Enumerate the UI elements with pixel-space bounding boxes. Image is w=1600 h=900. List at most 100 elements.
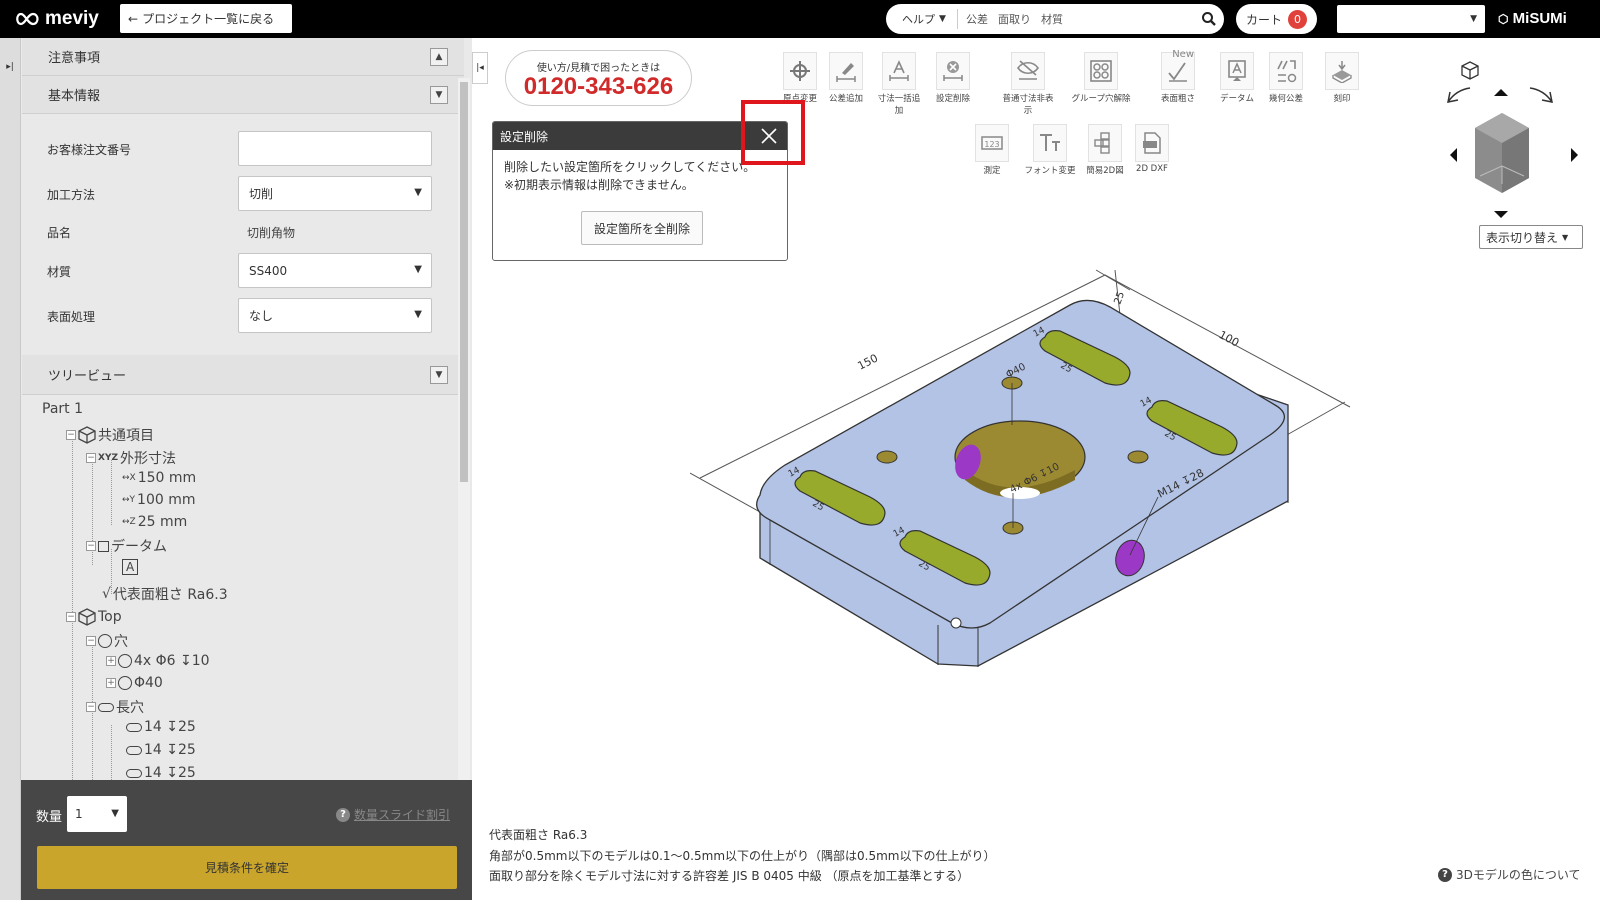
arrow-right-icon[interactable] [1571, 148, 1578, 162]
cart-button[interactable]: カート 0 [1236, 4, 1317, 34]
sidebar-toggle-icon[interactable]: ▸| [2, 54, 18, 80]
back-to-projects-button[interactable]: ← プロジェクト一覧に戻る [120, 4, 292, 33]
search-input[interactable]: 公差 面取り 材質 [958, 11, 1194, 27]
surface-treatment-select[interactable]: なし ▼ [238, 298, 432, 333]
tree-node-roughness[interactable]: √ 代表面粗さ Ra6.3 [102, 584, 228, 604]
dxf-icon [1143, 132, 1161, 154]
tool-bulk-dimension[interactable]: 寸法一括追加 [875, 52, 923, 116]
tree-node-hole[interactable]: − 穴 [86, 631, 128, 651]
tool-simple-2d[interactable]: 簡易2D図 [1081, 124, 1129, 176]
view-switch-dropdown[interactable]: 表示切り替え ▼ [1479, 225, 1583, 249]
arrow-left-icon: ← [128, 11, 139, 26]
view-cube-navigator[interactable] [1440, 58, 1590, 223]
cube-icon [78, 608, 96, 626]
slide-discount-label: 数量スライド割引 [354, 808, 451, 822]
arrow-down-icon[interactable] [1494, 211, 1508, 218]
search-button[interactable] [1194, 11, 1224, 27]
chevron-down-icon[interactable]: ▼ [430, 86, 448, 104]
misumi-logo[interactable]: ⬡ MiSUMi [1498, 10, 1567, 27]
tool-origin-change[interactable]: 原点変更 [776, 52, 824, 104]
tree-node-datum-a[interactable]: A [122, 559, 139, 575]
help-search-bar: ヘルプ ▼ 公差 面取り 材質 [886, 4, 1224, 34]
roughness-icon [1168, 62, 1187, 82]
chevron-down-icon: ▼ [1470, 14, 1477, 24]
rotate-left-icon[interactable] [1447, 87, 1471, 103]
meviy-logo[interactable]: meviy [14, 8, 99, 30]
tree-node-hole-2[interactable]: + Φ40 [106, 675, 163, 691]
cube-logo-icon: ⬡ [1498, 12, 1509, 26]
stamp-icon [1332, 61, 1352, 83]
arrow-left-icon[interactable] [1450, 148, 1457, 162]
tree-node-hole-1[interactable]: +4x Φ6 ↧10 [106, 653, 210, 669]
model-color-info-link[interactable]: ? 3Dモデルの色について [1438, 866, 1581, 883]
tree-node-slot-1[interactable]: 14 ↧25 [126, 719, 196, 735]
note-line: 角部が0.5mm以下のモデルは0.1～0.5mm以下の仕上がり（隅部は0.5mm… [489, 848, 996, 863]
small-hole[interactable] [1127, 450, 1149, 464]
geometric-tolerance-icon [1277, 60, 1297, 83]
rotate-right-icon[interactable] [1529, 87, 1553, 103]
tool-datum[interactable]: データム [1213, 52, 1261, 104]
confirm-quote-button[interactable]: 見積条件を確定 [37, 846, 457, 889]
infinity-logo-icon [16, 12, 39, 26]
chevron-down-icon: ▼ [1562, 232, 1569, 242]
dimension-label-25: 25 [1112, 290, 1127, 306]
circle-icon [118, 676, 132, 690]
user-menu-select[interactable]: ▼ [1337, 5, 1485, 33]
tree-node-slot-2[interactable]: 14 ↧25 [126, 742, 196, 758]
section-tree-view-header[interactable]: ツリービュー ▼ [22, 355, 464, 395]
section-basic-info-header[interactable]: 基本情報 ▼ [22, 76, 464, 114]
tool-change-font[interactable]: フォント変更 [1023, 124, 1077, 176]
tool-hide-general-dims[interactable]: 普通寸法非表示 [1000, 52, 1056, 116]
cube-outline-icon[interactable] [1461, 61, 1479, 80]
top-bar: meviy ← プロジェクト一覧に戻る ヘルプ ▼ 公差 面取り 材質 カート … [0, 0, 1600, 38]
tree-node-slot-3[interactable]: 14 ↧25 [126, 765, 196, 780]
tree-node-outer-dims[interactable]: − XYZ 外形寸法 [86, 448, 176, 468]
tree-node-dim-y[interactable]: ↔Y 100 mm [122, 492, 196, 508]
section-notes-header[interactable]: 注意事項 ▲ [22, 38, 464, 76]
quantity-select[interactable]: 1 ▼ [67, 796, 127, 832]
quantity-slide-discount-link[interactable]: ? 数量スライド割引 [336, 806, 450, 823]
roughness-icon: √ [102, 586, 111, 602]
order-number-input[interactable] [238, 131, 432, 166]
tool-add-tolerance[interactable]: 公差追加 [822, 52, 870, 104]
help-dropdown[interactable]: ヘルプ ▼ [886, 9, 958, 29]
collapse-sidebar-icon[interactable]: |◂ [472, 52, 488, 84]
quantity-label: 数量 [36, 810, 63, 825]
product-name-label: 品名 [47, 226, 72, 240]
arrow-up-icon[interactable] [1494, 89, 1508, 96]
help-circle-icon: ? [1438, 867, 1452, 882]
order-number-label: お客様注文番号 [47, 143, 132, 157]
sidebar-scrollbar[interactable] [458, 78, 470, 813]
material-select[interactable]: SS400 ▼ [238, 253, 432, 288]
tool-surface-roughness[interactable]: New 表面粗さ [1154, 49, 1202, 104]
tree-node-part[interactable]: Part 1 [42, 401, 83, 417]
tool-geometric-tolerance[interactable]: 幾何公差 [1262, 52, 1310, 104]
machining-method-select[interactable]: 切削 ▼ [238, 176, 432, 211]
tool-measure[interactable]: 123 測定 [968, 124, 1016, 176]
slot-icon [98, 702, 114, 712]
tree-node-common[interactable]: − 共通項目 [66, 425, 154, 445]
tree-node-top[interactable]: − Top [66, 608, 122, 626]
surface-treatment-label: 表面処理 [47, 310, 96, 324]
sidebar-edge: ▸| [0, 38, 21, 900]
tool-ungroup-holes[interactable]: グループ穴解除 [1070, 52, 1132, 104]
support-phone-number: 0120-343-626 [523, 73, 674, 100]
tool-delete-setting[interactable]: 設定削除 [929, 52, 977, 104]
view-cube-icon[interactable] [1475, 113, 1529, 193]
chevron-down-icon[interactable]: ▼ [430, 366, 448, 384]
chevron-down-icon: ▼ [111, 808, 119, 819]
small-hole[interactable] [876, 450, 898, 464]
tree-node-slot[interactable]: − 長穴 [86, 697, 144, 717]
3d-model-viewport[interactable]: 150 100 25 Φ40 4x Φ6 ↧10 M14 ↧28 14 25 1… [690, 265, 1390, 705]
tool-2d-dxf[interactable]: 2D DXF [1128, 124, 1176, 174]
delete-all-settings-button[interactable]: 設定箇所を全削除 [581, 211, 703, 245]
slot-icon [126, 745, 142, 755]
datum-icon [98, 540, 109, 552]
material-value: SS400 [249, 263, 288, 278]
chevron-up-icon[interactable]: ▲ [430, 48, 448, 66]
tree-node-dim-x[interactable]: ↔X 150 mm [122, 470, 196, 486]
tool-engrave[interactable]: 刻印 [1318, 52, 1366, 104]
tree-node-datum[interactable]: − データム [86, 536, 167, 556]
search-term: 公差 [966, 13, 988, 26]
tree-node-dim-z[interactable]: ↔Z 25 mm [122, 514, 187, 530]
